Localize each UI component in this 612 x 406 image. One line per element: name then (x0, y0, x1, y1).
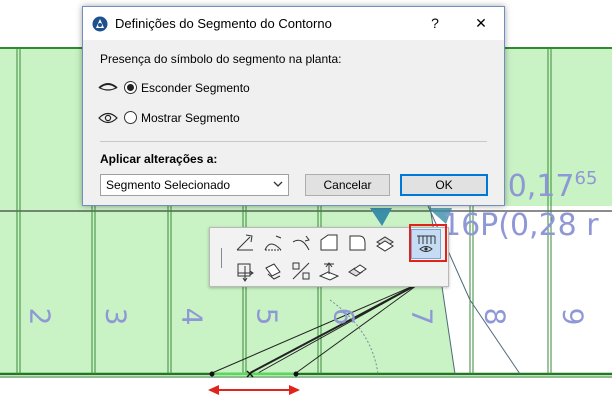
apply-changes-label: Aplicar alterações a: (100, 152, 218, 166)
elevate-icon[interactable] (318, 260, 340, 282)
dimension-label-riser: (0,1765 (496, 168, 598, 204)
ok-button[interactable]: OK (400, 174, 488, 196)
cancel-button[interactable]: Cancelar (305, 174, 390, 196)
tread-number: 6 (327, 307, 361, 326)
dialog-separator (100, 141, 487, 142)
curve-segment-icon[interactable] (262, 232, 284, 254)
tread-number: 4 (175, 307, 209, 326)
dialog-title: Definições do Segmento do Contorno (115, 16, 332, 31)
apply-to-select[interactable]: Segmento Selecionado (100, 174, 289, 196)
offset-icon[interactable] (374, 232, 396, 254)
edit-segment-icon[interactable] (234, 232, 256, 254)
tread-number: 3 (99, 307, 133, 326)
arc-segment-icon[interactable] (290, 232, 312, 254)
tread-number: 2 (23, 307, 57, 326)
chevron-down-icon (273, 181, 283, 187)
show-segment-label[interactable]: Mostrar Segmento (141, 111, 240, 125)
tread-number: 8 (478, 307, 512, 326)
presence-label: Presença do símbolo do segmento na plant… (100, 52, 342, 66)
eye-open-icon (98, 112, 118, 124)
segment-node-right[interactable] (293, 371, 299, 377)
active-tool-highlight (409, 224, 447, 262)
segment-settings-dialog: Definições do Segmento do Contorno ? ✕ P… (82, 6, 505, 206)
duplicate-icon[interactable] (346, 260, 368, 282)
apply-to-value: Segmento Selecionado (106, 178, 231, 192)
dimension-label-tread: 16P(0,28 r (442, 208, 599, 243)
palette-grip[interactable] (221, 248, 222, 268)
chamfer-icon[interactable] (318, 232, 340, 254)
tread-number: 5 (250, 307, 284, 326)
close-button[interactable]: ✕ (466, 11, 496, 35)
hide-segment-label[interactable]: Esconder Segmento (141, 81, 250, 95)
rotate-icon[interactable] (262, 260, 284, 282)
segment-extent-arrow (208, 385, 300, 395)
split-icon[interactable] (290, 260, 312, 282)
move-node-icon[interactable] (234, 260, 256, 282)
show-segment-radio[interactable] (124, 111, 137, 124)
tread-number: 7 (405, 307, 439, 326)
segment-node-left[interactable] (209, 371, 215, 377)
archicad-app-icon (92, 16, 108, 32)
fillet-icon[interactable] (346, 232, 368, 254)
eye-closed-icon (98, 83, 118, 91)
help-button[interactable]: ? (420, 11, 450, 35)
tread-number: 9 (556, 307, 590, 326)
dialog-titlebar[interactable]: Definições do Segmento do Contorno ? ✕ (83, 7, 504, 40)
hide-segment-radio[interactable] (124, 81, 137, 94)
